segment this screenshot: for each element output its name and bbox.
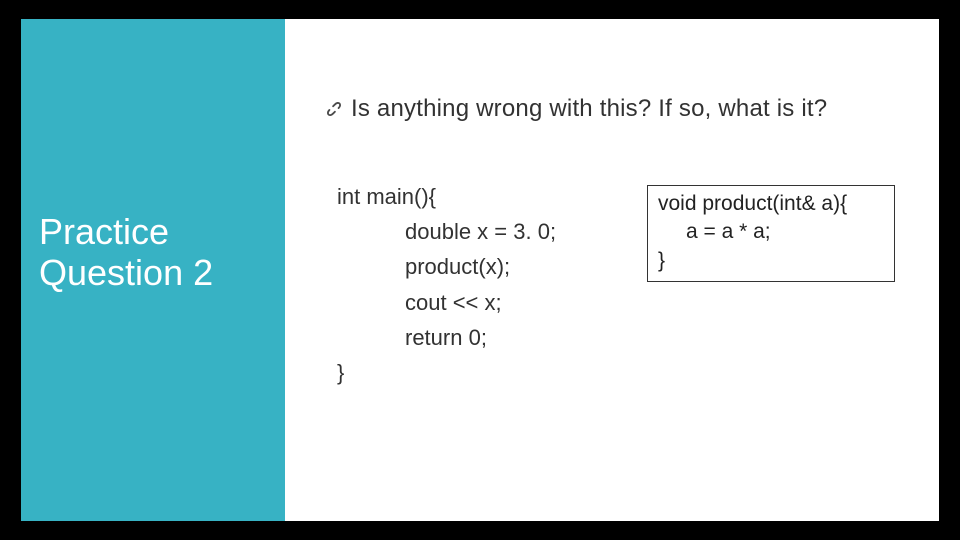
title-line-2: Question 2 [39, 252, 213, 293]
main-code-block: int main(){ double x = 3. 0; product(x);… [337, 179, 556, 390]
code-line: product(x); [337, 249, 556, 284]
content-area: Is anything wrong with this? If so, what… [299, 19, 939, 521]
code-line: double x = 3. 0; [337, 214, 556, 249]
bullet-text: Is anything wrong with this? If so, what… [351, 95, 827, 123]
slide: Practice Question 2 Is anything wrong wi… [21, 19, 939, 521]
bullet-row: Is anything wrong with this? If so, what… [323, 95, 827, 123]
code-line: a = a * a; [658, 218, 886, 246]
code-line: } [337, 360, 344, 385]
boxed-code-block: void product(int& a){ a = a * a; } [647, 185, 895, 282]
code-line: cout << x; [337, 285, 556, 320]
slide-title: Practice Question 2 [39, 211, 267, 294]
code-line: } [658, 249, 665, 272]
code-line: int main(){ [337, 184, 436, 209]
sidebar: Practice Question 2 [21, 19, 285, 521]
link-icon [323, 98, 345, 120]
title-line-1: Practice [39, 211, 169, 252]
code-line: return 0; [337, 320, 556, 355]
code-line: void product(int& a){ [658, 192, 847, 215]
